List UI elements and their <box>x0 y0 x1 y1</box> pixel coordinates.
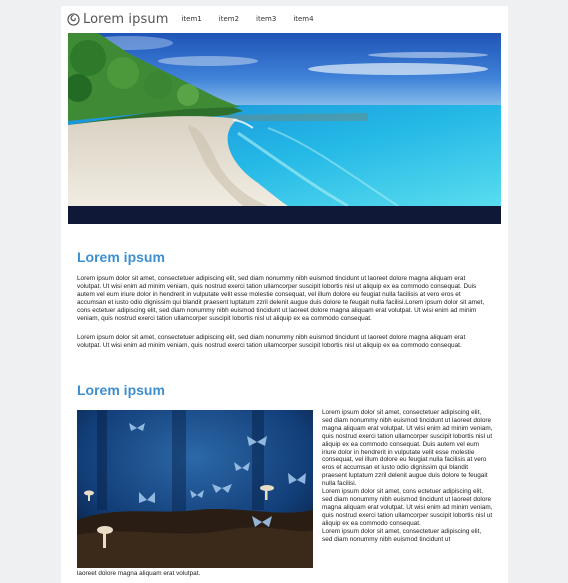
section2-bottom-text: laoreet dolore magna aliquam erat volutp… <box>77 570 201 577</box>
section1-paragraph2: Lorem ipsum dolor sit amet, consectetuer… <box>77 334 466 349</box>
section1-title: Lorem ipsum <box>77 249 165 265</box>
section2-side-paragraph3: Lorem ipsum dolor sit amet, consectetuer… <box>322 527 482 543</box>
hero-beach-image <box>68 33 501 224</box>
page-container: Lorem ipsum item1 item2 item3 item4 Lore… <box>61 6 508 583</box>
nav-item-4[interactable]: item4 <box>293 15 313 23</box>
section2-side-text: Lorem ipsum dolor sit amet, consectetuer… <box>322 409 493 543</box>
section2-side-paragraph1: Lorem ipsum dolor sit amet, consectetuer… <box>322 409 493 488</box>
spiral-logo-icon <box>67 12 80 26</box>
section1-paragraph1: Lorem ipsum dolor sit amet, consectetuer… <box>77 275 485 322</box>
logo-text: Lorem ipsum <box>83 11 169 27</box>
section2-side-paragraph2: Lorem ipsum dolor sit amet, cons ectetue… <box>322 488 493 527</box>
nav-item-1[interactable]: item1 <box>181 15 201 23</box>
section2-title: Lorem ipsum <box>77 382 165 398</box>
logo[interactable]: Lorem ipsum <box>67 13 168 26</box>
site-header: Lorem ipsum item1 item2 item3 item4 <box>61 6 508 32</box>
nav-item-3[interactable]: item3 <box>256 15 276 23</box>
main-nav: item1 item2 item3 item4 <box>181 15 330 23</box>
butterfly-image <box>77 410 313 568</box>
nav-item-2[interactable]: item2 <box>219 15 239 23</box>
